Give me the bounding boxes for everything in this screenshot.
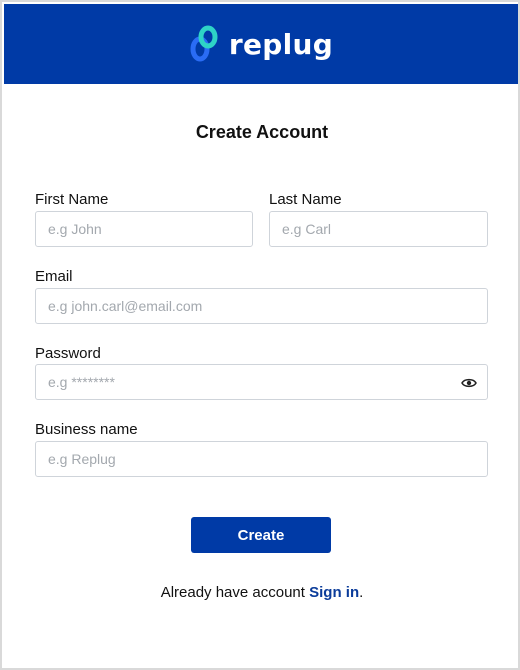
password-label: Password [35,345,101,362]
first-name-field[interactable] [35,211,253,247]
last-name-label: Last Name [269,191,342,208]
signin-prompt: Already have account Sign in. [2,584,520,601]
page-title: Create Account [195,122,329,142]
signin-prompt-text: Already have account [160,584,310,601]
eye-icon[interactable] [461,376,477,390]
password-field[interactable] [35,364,488,400]
signin-suffix: . [359,584,364,601]
brand-logo: replug [189,25,333,63]
last-name-field[interactable] [269,211,488,247]
business-name-input[interactable] [48,451,475,467]
email-input[interactable] [48,298,475,314]
signin-link[interactable]: Sign in [309,584,359,601]
last-name-input[interactable] [282,221,475,237]
email-field[interactable] [35,288,488,324]
create-button[interactable]: Create [191,517,331,553]
business-name-field[interactable] [35,441,488,477]
chain-link-icon [190,25,218,62]
header-bar: replug [4,4,518,84]
first-name-label: First Name [35,191,109,208]
email-label: Email [35,268,73,285]
first-name-input[interactable] [48,221,240,237]
brand-name: replug [228,27,334,61]
password-input[interactable] [48,374,451,390]
signup-card: replug Create Account First Name Last Na… [0,0,520,670]
business-name-label: Business name [35,421,138,438]
